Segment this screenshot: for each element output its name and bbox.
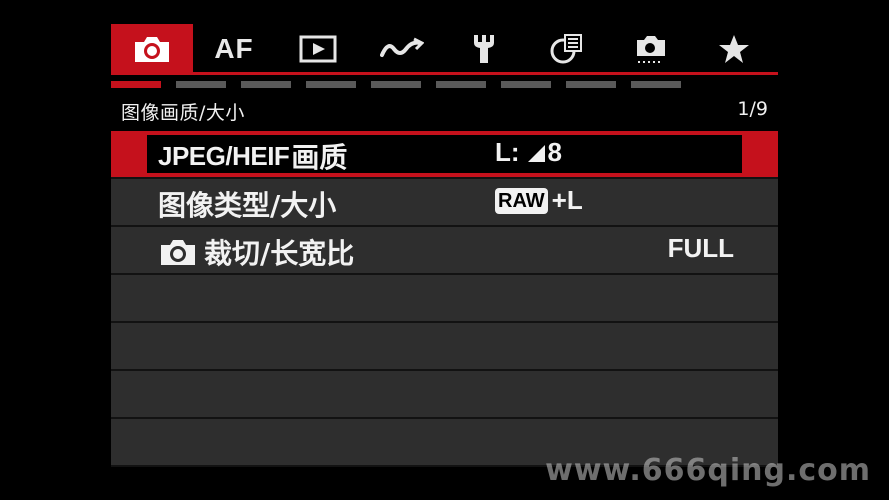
watermark: www.666qing.com xyxy=(545,453,871,488)
camera-menu-screen: AF 图像画质/大小 1/9 JPEG/HEIF 画质 L: 8 图像类型/大小… xyxy=(0,0,889,500)
page-dash[interactable] xyxy=(566,81,616,88)
tab-underline xyxy=(111,72,778,75)
page-dash[interactable] xyxy=(501,81,551,88)
menu-item-jpeg-heif-quality[interactable]: JPEG/HEIF 画质 L: 8 xyxy=(111,131,778,179)
tab-wireless[interactable] xyxy=(361,24,443,74)
menu-item-empty xyxy=(111,323,778,371)
playback-icon xyxy=(299,34,337,64)
raw-badge: RAW xyxy=(495,187,548,214)
page-indicator xyxy=(111,81,778,89)
tab-playback[interactable] xyxy=(277,24,359,74)
quality-level-text: 8 xyxy=(547,137,563,167)
tab-af-label: AF xyxy=(214,33,254,64)
tab-shooting[interactable] xyxy=(111,24,193,74)
menu-item-label: 图像类型/大小 xyxy=(158,184,336,224)
menu-item-label-cjk: 画质 xyxy=(291,141,348,174)
menu-item-label-latin: JPEG/HEIF xyxy=(158,140,290,171)
menu-item-value: FULL xyxy=(668,233,734,264)
menu-item-value: RAW +L xyxy=(495,185,583,216)
menu-header: 图像画质/大小 1/9 xyxy=(111,94,778,128)
menu-list: JPEG/HEIF 画质 L: 8 图像类型/大小 RAW +L 裁切/长宽比 … xyxy=(111,131,778,467)
camera-settings-icon xyxy=(633,32,667,66)
page-dash[interactable] xyxy=(241,81,291,88)
menu-item-empty xyxy=(111,275,778,323)
menu-item-value: L: 8 xyxy=(495,137,562,168)
size-text: +L xyxy=(551,185,583,215)
menu-item-label: 裁切/长宽比 xyxy=(158,232,354,272)
star-icon xyxy=(718,33,750,65)
menu-item-crop-aspect-ratio[interactable]: 裁切/长宽比 FULL xyxy=(111,227,778,275)
page-dash[interactable] xyxy=(306,81,356,88)
page-title: 图像画质/大小 xyxy=(121,102,245,124)
camera-icon xyxy=(132,34,172,64)
aspect-ratio-text: FULL xyxy=(667,233,734,263)
page-dash[interactable] xyxy=(436,81,486,88)
page-dash[interactable] xyxy=(631,81,681,88)
page-dash[interactable] xyxy=(371,81,421,88)
page-dash[interactable] xyxy=(111,81,161,88)
tab-my-menu[interactable] xyxy=(693,24,775,74)
quality-size-text: L: xyxy=(495,137,520,167)
menu-item-label-cjk: 图像类型/大小 xyxy=(158,189,337,222)
tab-setup[interactable] xyxy=(443,24,525,74)
fine-quality-icon xyxy=(522,143,546,163)
custom-functions-icon xyxy=(549,33,583,65)
page-dash[interactable] xyxy=(176,81,226,88)
menu-panel: AF 图像画质/大小 1/9 JPEG/HEIF 画质 L: 8 图像类型/大小… xyxy=(111,24,778,467)
tab-custom[interactable] xyxy=(525,24,607,74)
menu-item-empty xyxy=(111,371,778,419)
menu-item-label: JPEG/HEIF 画质 xyxy=(158,136,347,176)
menu-item-image-type-size[interactable]: 图像类型/大小 RAW +L xyxy=(111,179,778,227)
menu-item-label-cjk: 裁切/长宽比 xyxy=(204,237,355,270)
tab-af[interactable]: AF xyxy=(193,24,275,74)
tab-bar: AF xyxy=(111,24,778,75)
tab-my-menu-settings[interactable] xyxy=(609,24,691,74)
wireless-icon xyxy=(380,37,424,61)
page-number: 1/9 xyxy=(737,98,768,120)
camera-icon xyxy=(158,237,198,267)
wrench-icon xyxy=(470,33,498,65)
